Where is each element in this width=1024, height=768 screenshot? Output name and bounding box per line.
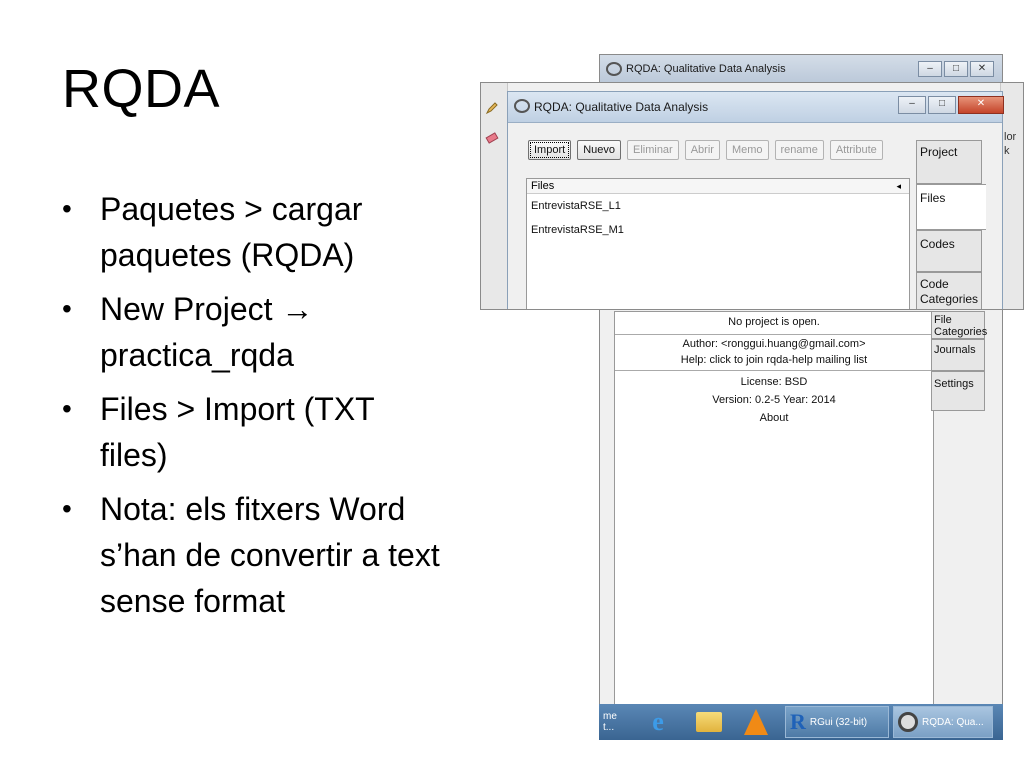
- memo-button[interactable]: Memo: [725, 140, 769, 160]
- taskbar-item-label: RQDA: Qua...: [922, 716, 984, 728]
- abrir-button[interactable]: Abrir: [684, 140, 720, 160]
- taskbar-item-label: RGui (32-bit): [809, 716, 868, 728]
- window-controls: – □ ✕: [898, 96, 1004, 114]
- version-line: Version: 0.2-5 Year: 2014: [712, 394, 836, 406]
- background-app-toolbar: [481, 83, 508, 309]
- taskbar-item-rgui[interactable]: R RGui (32-bit): [785, 706, 889, 738]
- vlc-icon[interactable]: [739, 706, 773, 738]
- eraser-icon[interactable]: [485, 131, 499, 145]
- files-header-label: Files: [531, 180, 555, 192]
- files-list: Files ◂ EntrevistaRSE_L1 EntrevistaRSE_M…: [526, 178, 910, 309]
- internet-explorer-icon[interactable]: e: [641, 706, 675, 738]
- window-controls: – □ ✕: [918, 61, 994, 77]
- maximize-icon[interactable]: □: [928, 96, 956, 114]
- tab-project[interactable]: Project: [916, 140, 982, 184]
- rqda-logo-icon: [606, 62, 622, 76]
- tab-codes[interactable]: Codes: [916, 230, 982, 272]
- close-icon[interactable]: ✕: [958, 96, 1004, 114]
- bullet-item: • Nota: els fitxers Word s’han de convert…: [60, 486, 440, 624]
- bullet-text: Nota: els fitxers Word s’han de converti…: [100, 491, 440, 619]
- window-title: RQDA: Qualitative Data Analysis: [534, 100, 709, 114]
- slide-title: RQDA: [62, 59, 221, 119]
- tab-settings[interactable]: Settings: [931, 371, 985, 411]
- taskbar-item-label: me t...: [603, 711, 617, 733]
- rqda-logo-icon: [514, 99, 530, 113]
- bullet-item: • Paquetes > cargar paquetes (RQDA): [60, 186, 440, 278]
- about-link[interactable]: About: [615, 412, 933, 424]
- windows-taskbar: me t... e R RGui (32-bit) RQDA: Qua...: [599, 704, 1003, 740]
- bullet-item: • New Project → practica_rqda: [60, 286, 440, 378]
- bullet-item: • Files > Import (TXT files): [60, 386, 440, 478]
- collapse-arrow-icon[interactable]: ◂: [896, 179, 901, 193]
- files-column-header[interactable]: Files ◂: [527, 179, 909, 194]
- background-app-strip: lor k: [1000, 83, 1023, 309]
- window-title: RQDA: Qualitative Data Analysis: [626, 63, 786, 75]
- help-link[interactable]: Help: click to join rqda-help mailing li…: [615, 354, 933, 366]
- r-icon: R: [790, 709, 806, 734]
- strip-text: lor: [1004, 131, 1017, 143]
- bullet-text: New Project → practica_rqda: [100, 291, 314, 373]
- license-line: License: BSD: [740, 376, 808, 388]
- taskbar-item-rqda[interactable]: RQDA: Qua...: [893, 706, 993, 738]
- files-toolbar: Import Nuevo Eliminar Abrir Memo rename …: [528, 140, 883, 160]
- tab-code-categories[interactable]: Code Categories: [916, 272, 982, 309]
- import-button[interactable]: Import: [528, 140, 572, 160]
- bullet-text: Paquetes > cargar paquetes (RQDA): [100, 191, 363, 273]
- divider: [615, 334, 933, 335]
- rqda-main-window: RQDA: Qualitative Data Analysis – □ ✕ Im…: [507, 91, 1004, 309]
- maximize-icon[interactable]: □: [944, 61, 968, 77]
- bullet-text: Files > Import (TXT files): [100, 391, 375, 473]
- bullet-dot: •: [62, 493, 72, 524]
- strip-text: k: [1004, 145, 1010, 157]
- close-icon[interactable]: ✕: [970, 61, 994, 77]
- window-titlebar[interactable]: RQDA: Qualitative Data Analysis – □ ✕: [508, 92, 1004, 123]
- eliminar-button[interactable]: Eliminar: [626, 140, 679, 160]
- tab-journals[interactable]: Journals: [931, 339, 985, 371]
- bullet-list: • Paquetes > cargar paquetes (RQDA) • New …: [60, 186, 440, 632]
- file-item[interactable]: EntrevistaRSE_M1: [527, 218, 909, 242]
- taskbar-item[interactable]: me t...: [599, 706, 633, 738]
- author-line: Author: <ronggui.huang@gmail.com>: [682, 338, 866, 350]
- rqda-icon: [898, 712, 918, 732]
- bullet-dot: •: [62, 193, 72, 224]
- bullet-dot: •: [62, 293, 72, 324]
- pencil-icon[interactable]: [485, 101, 499, 115]
- rename-button[interactable]: rename: [774, 140, 824, 160]
- divider: [615, 370, 933, 371]
- rqda-window-front: lor k RQDA: Qualitative Data Analysis – …: [480, 82, 1024, 310]
- minimize-icon[interactable]: –: [918, 61, 942, 77]
- bullet-dot: •: [62, 393, 72, 424]
- project-info-panel: No project is open. Author: <ronggui.hua…: [614, 311, 934, 733]
- tab-file-categories[interactable]: File Categories: [931, 311, 987, 339]
- minimize-icon[interactable]: –: [898, 96, 926, 114]
- tab-files[interactable]: Files: [916, 184, 986, 230]
- attribute-button[interactable]: Attribute: [829, 140, 883, 160]
- nuevo-button[interactable]: Nuevo: [577, 140, 621, 160]
- project-status: No project is open.: [728, 316, 820, 328]
- file-item[interactable]: EntrevistaRSE_L1: [527, 194, 909, 218]
- folder-icon[interactable]: [691, 706, 727, 738]
